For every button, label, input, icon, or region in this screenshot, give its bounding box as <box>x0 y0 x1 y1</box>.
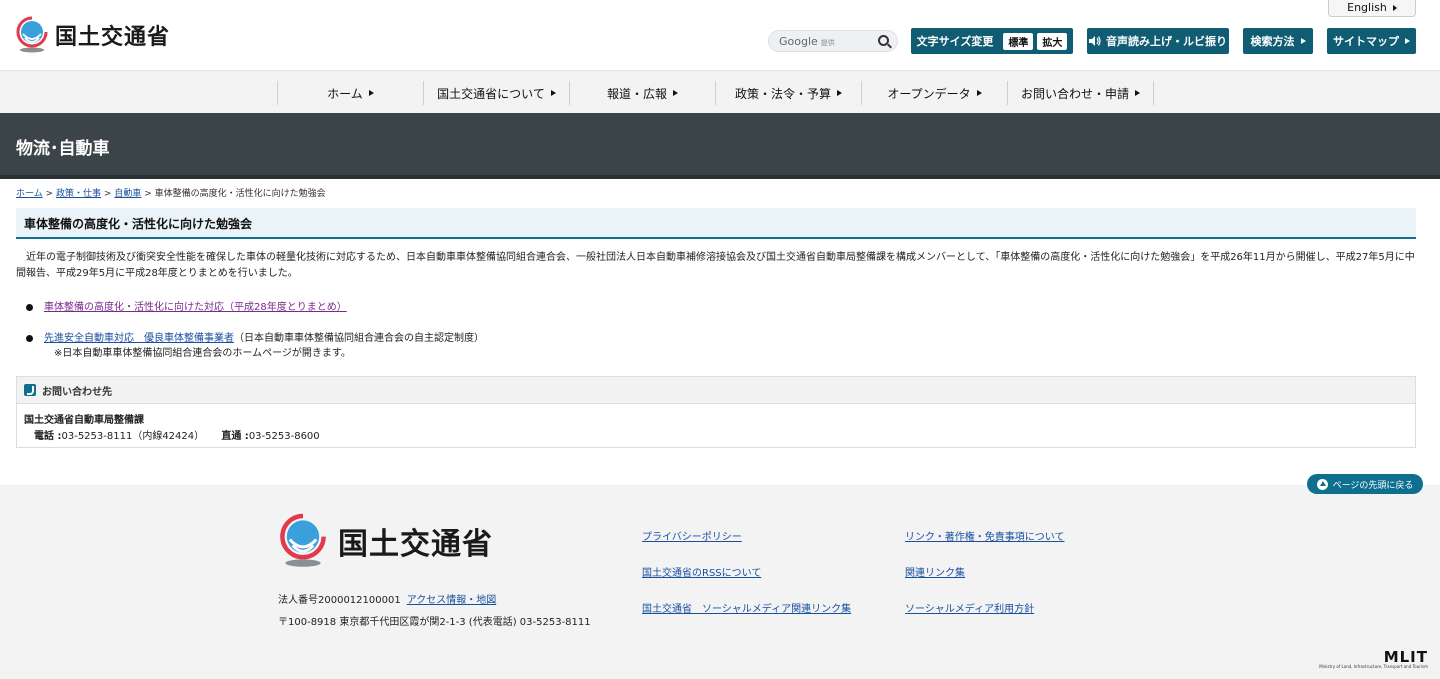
gnav-item-home[interactable]: ホーム <box>277 81 423 105</box>
font-size-control: 文字サイズ変更 標準 拡大 <box>911 28 1073 54</box>
search-icon[interactable] <box>878 35 889 46</box>
tel-label: 電話 : <box>34 431 62 442</box>
contact-heading: お問い合わせ先 <box>17 377 1415 404</box>
speaker-icon <box>1089 36 1101 46</box>
breadcrumb-separator: > <box>144 189 152 199</box>
arrow-right-icon <box>976 90 982 96</box>
arrow-right-icon <box>550 90 556 96</box>
site-header: 国土交通省 English Google 提供 文字サイズ変更 標準 拡大 音声読… <box>0 0 1440 70</box>
logo-text: 国土交通省 <box>55 25 171 50</box>
bullet-icon <box>26 334 33 342</box>
global-nav: ホーム 国土交通省について 報道・広報 政策・法令・予算 オープンデータ お問い… <box>0 70 1440 113</box>
mlit-logo-icon <box>16 16 48 53</box>
back-to-top-label: ページの先頭に戻る <box>1332 480 1414 491</box>
breadcrumb-policy-link[interactable]: 政策・仕事 <box>56 189 101 199</box>
arrow-right-icon <box>837 90 842 96</box>
breadcrumb: ホーム > 政策・仕事 > 自動車 > 車体整備の高度化・活性化に向けた勉強会 <box>16 186 326 199</box>
bullet-icon <box>26 303 33 311</box>
arrow-right-icon <box>368 90 374 96</box>
privacy-link[interactable]: プライバシーポリシー <box>642 528 742 543</box>
mlit-mark-sub: Ministry of Land, Infrastructure, Transp… <box>1319 664 1428 669</box>
english-label: English <box>1347 1 1387 14</box>
back-to-top-button[interactable]: ページの先頭に戻る <box>1307 474 1423 494</box>
certified-business-suffix: （日本自動車車体整備協同組合連合会の自主認定制度） <box>234 333 484 344</box>
category-title: 物流･自動車 <box>16 139 110 159</box>
contact-org: 国土交通省自動車局整備課 <box>24 415 144 426</box>
list-item: 先進安全自動車対応 優良車体整備事業者（日本自動車車体整備協同組合連合会の自主認… <box>26 329 484 344</box>
gnav-item-press[interactable]: 報道・広報 <box>569 81 715 105</box>
rss-link[interactable]: 国土交通省のRSSについて <box>642 564 761 579</box>
breadcrumb-auto-link[interactable]: 自動車 <box>114 189 141 199</box>
english-button[interactable]: English <box>1328 0 1416 17</box>
social-policy-link[interactable]: ソーシャルメディア利用方針 <box>905 600 1034 615</box>
footer-address: 〒100-8918 東京都千代田区霞が関2-1-3 (代表電話) 03-5253… <box>278 617 591 628</box>
access-link[interactable]: アクセス情報・地図 <box>407 595 497 606</box>
breadcrumb-current: 車体整備の高度化・活性化に向けた勉強会 <box>154 189 326 199</box>
sitemap-label: サイトマップ <box>1333 35 1399 48</box>
external-note: ※日本自動車車体整備協同組合連合会のホームページが開きます。 <box>54 348 351 359</box>
social-links-link[interactable]: 国土交通省 ソーシャルメディア関連リンク集 <box>642 600 851 615</box>
breadcrumb-home-link[interactable]: ホーム <box>16 189 43 199</box>
search-input[interactable]: Google 提供 <box>768 30 898 52</box>
direct-label: 直通 : <box>221 431 249 442</box>
page-title: 車体整備の高度化・活性化に向けた勉強会 <box>16 208 1416 239</box>
gnav-divider <box>1153 81 1154 105</box>
font-size-label: 文字サイズ変更 <box>916 35 994 48</box>
search-brand: Google 提供 <box>779 35 835 48</box>
summary-report-link[interactable]: 車体整備の高度化・活性化に向けた対応（平成28年度とりまとめ） <box>44 302 347 313</box>
breadcrumb-separator: > <box>103 189 112 199</box>
voice-ruby-label: 音声読み上げ・ルビ振り <box>1106 35 1227 48</box>
mlit-logo-icon <box>280 513 326 567</box>
certified-business-link[interactable]: 先進安全自動車対応 優良車体整備事業者 <box>44 333 234 344</box>
footer-logo-text: 国土交通省 <box>338 527 493 562</box>
gnav-item-contact[interactable]: お問い合わせ・申請 <box>1007 81 1153 105</box>
arrow-up-icon <box>1316 478 1328 490</box>
search-method-button[interactable]: 検索方法 <box>1243 28 1313 54</box>
copyright-link[interactable]: リンク・著作権・免責事項について <box>905 528 1065 543</box>
mlit-mark: MLIT Ministry of Land, Infrastructure, T… <box>1318 648 1428 669</box>
contact-heading-label: お問い合わせ先 <box>42 386 112 398</box>
arrow-right-icon <box>1135 90 1140 96</box>
gnav-item-about[interactable]: 国土交通省について <box>423 81 569 105</box>
site-logo[interactable]: 国土交通省 <box>15 16 170 54</box>
search-method-label: 検索方法 <box>1250 35 1295 48</box>
breadcrumb-separator: > <box>45 189 54 199</box>
list-item: 車体整備の高度化・活性化に向けた対応（平成28年度とりまとめ） <box>26 298 347 313</box>
contact-phone: 電話 :03-5253-8111（内線42424） 直通 :03-5253-86… <box>34 427 320 442</box>
arrow-right-icon <box>673 90 678 96</box>
font-size-large-button[interactable]: 拡大 <box>1037 32 1068 50</box>
arrow-right-icon <box>1300 38 1306 44</box>
arrow-right-icon <box>1392 5 1397 11</box>
arrow-right-icon <box>1405 38 1410 44</box>
category-band: 物流･自動車 <box>0 113 1440 179</box>
corp-number: 法人番号2000012100001 アクセス情報・地図 <box>278 595 497 606</box>
gnav-item-policy[interactable]: 政策・法令・予算 <box>715 81 861 105</box>
gnav-item-opendata[interactable]: オープンデータ <box>861 81 1007 105</box>
direct-value: 03-5253-8600 <box>248 431 320 442</box>
font-size-standard-button[interactable]: 標準 <box>1003 32 1034 50</box>
site-footer <box>0 485 1440 679</box>
footer-logo[interactable]: 国土交通省 <box>278 512 493 570</box>
voice-ruby-button[interactable]: 音声読み上げ・ルビ振り <box>1087 28 1229 54</box>
contact-box: お問い合わせ先 国土交通省自動車局整備課 電話 :03-5253-8111（内線… <box>16 376 1416 448</box>
related-links-link[interactable]: 関連リンク集 <box>905 564 965 579</box>
intro-text: 近年の電子制御技術及び衝突安全性能を確保した車体の軽量化技術に対応するため、日本… <box>16 252 1415 279</box>
tel-value: 03-5253-8111（内線42424） <box>61 431 205 442</box>
phone-icon <box>24 384 36 396</box>
sitemap-button[interactable]: サイトマップ <box>1327 28 1416 54</box>
